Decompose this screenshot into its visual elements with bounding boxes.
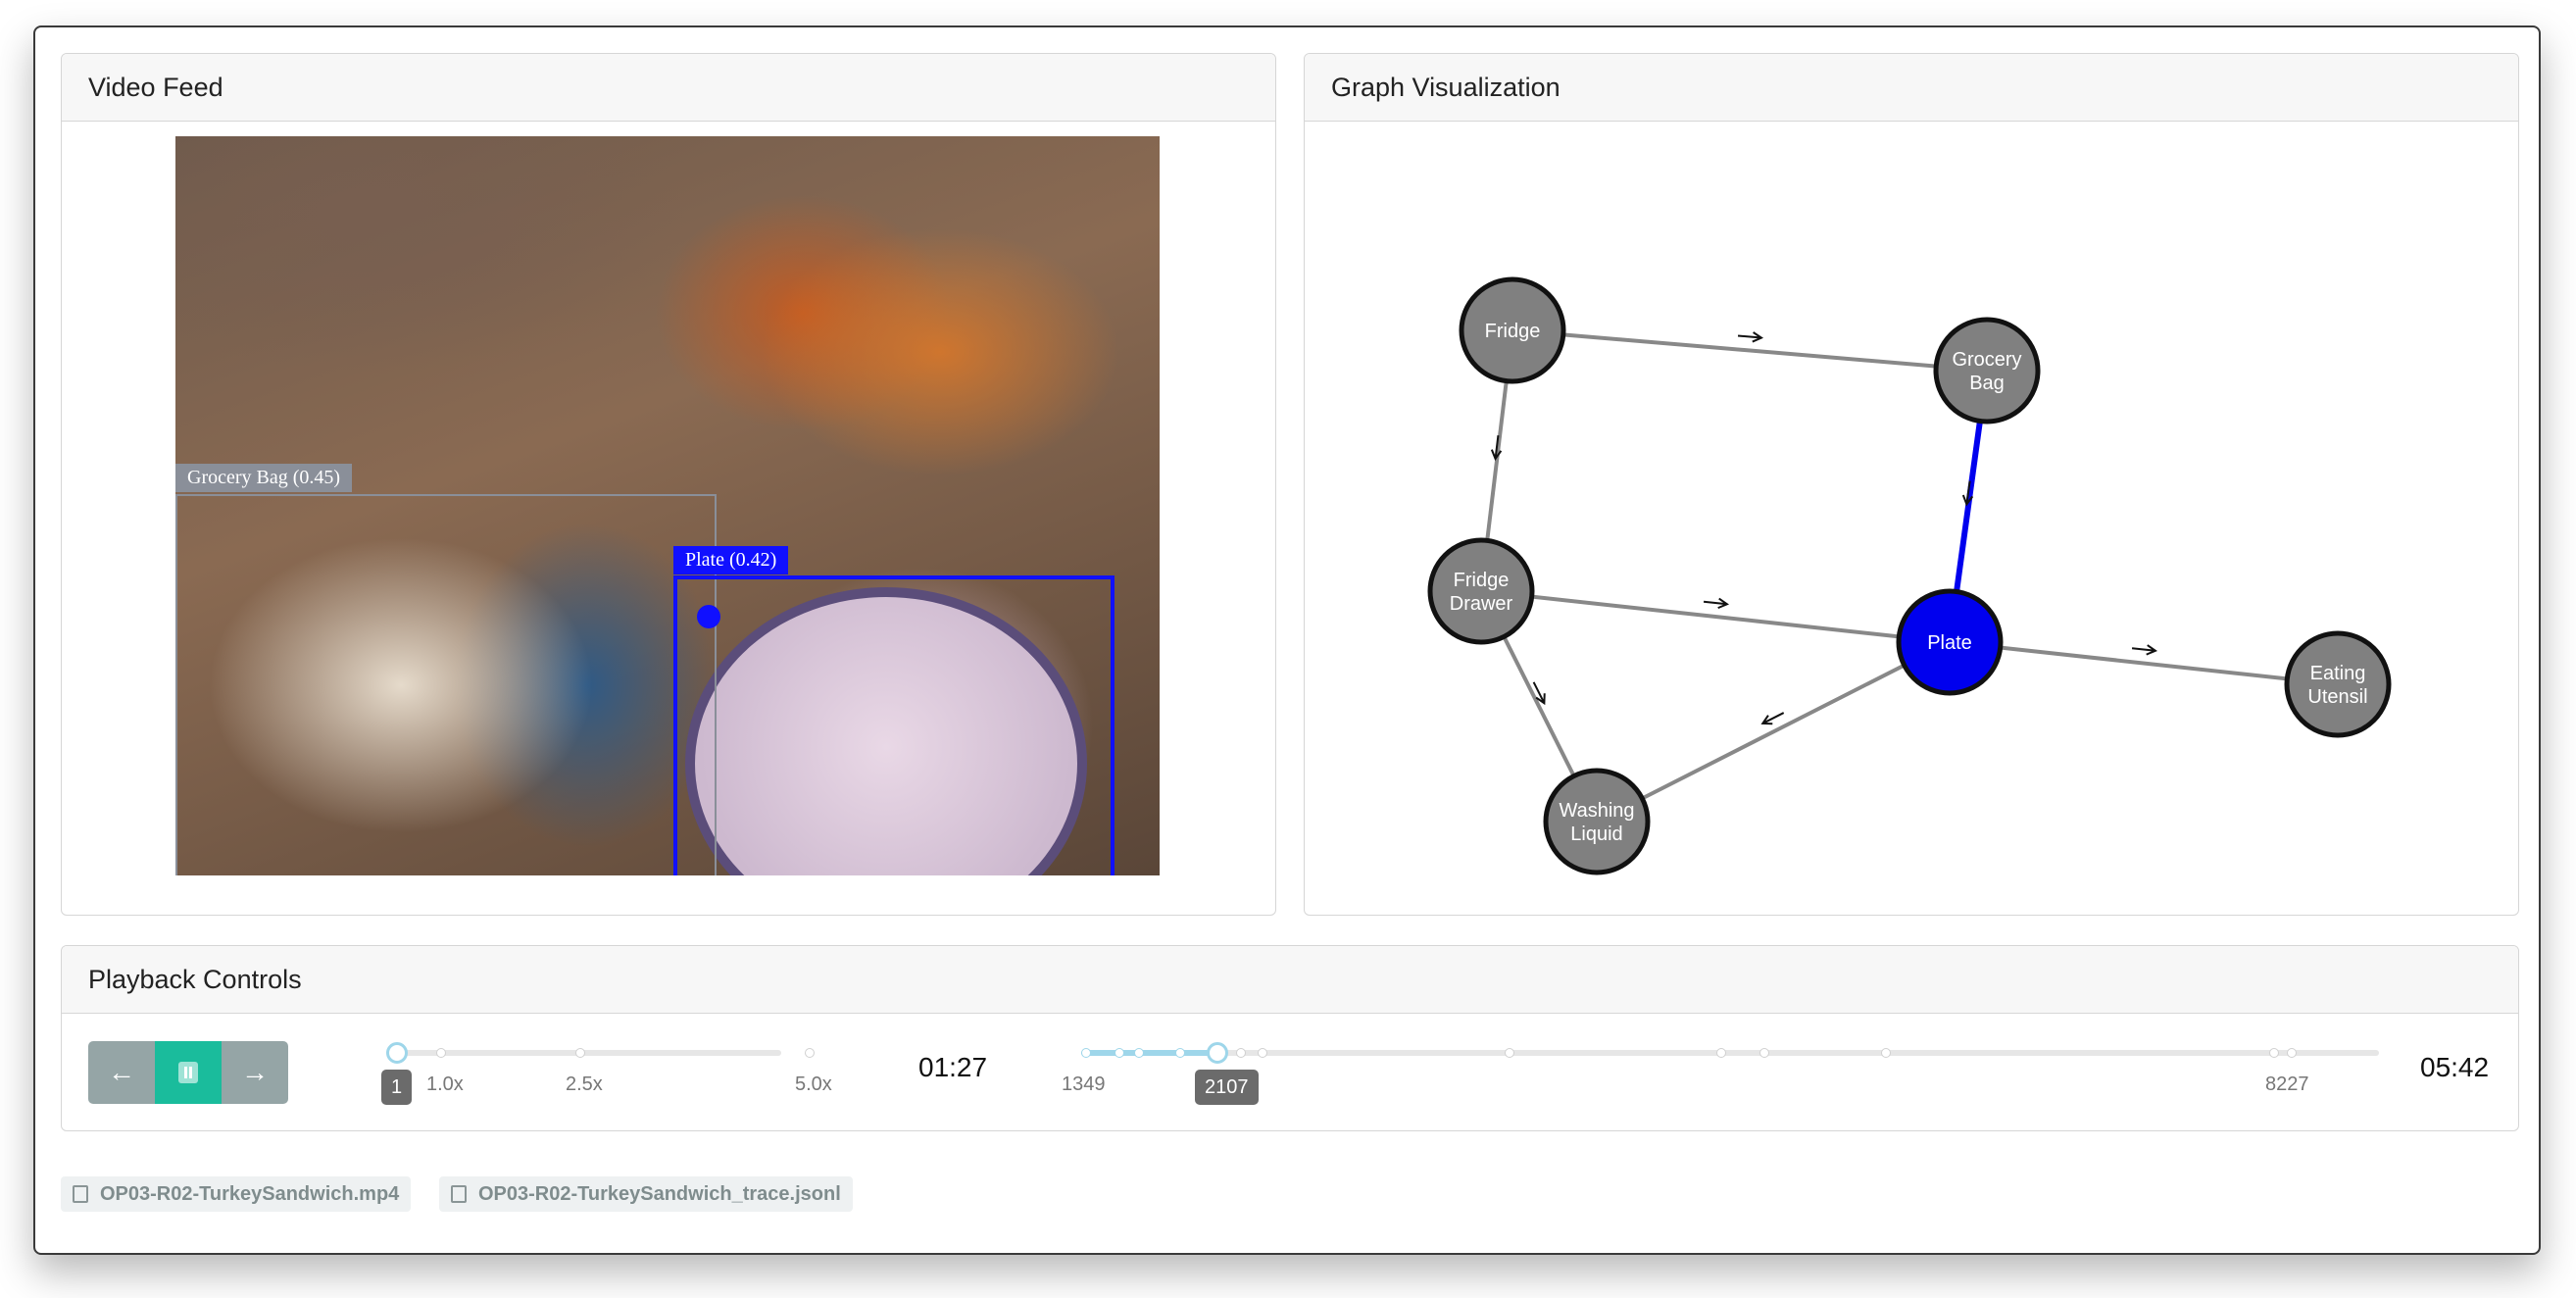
graph-node-fridge[interactable]: Fridge: [1459, 276, 1566, 384]
pause-icon: [178, 1062, 198, 1083]
graph-visualization-panel: Graph Visualization Fridge Grocery Bag Frid…: [1304, 53, 2519, 916]
frame-end-label: 8227: [2265, 1073, 2309, 1095]
graph-node-label: Plate: [1927, 632, 1972, 654]
event-marker: [1881, 1048, 1891, 1058]
graph-node-circle[interactable]: [1543, 768, 1651, 875]
arrow-left-icon: ←: [108, 1057, 135, 1087]
graph-node-label: Drawer: [1450, 593, 1513, 615]
previous-frame-button[interactable]: ←: [88, 1041, 155, 1104]
speed-tick-label: 1.0x: [426, 1073, 464, 1095]
graph-node-label: Bag: [1969, 373, 2005, 394]
detection-box-grocery-bag: [175, 494, 717, 875]
graph-edge-plate-eating-utensil: [1949, 640, 2339, 686]
graph-node-circle[interactable]: [1933, 317, 2041, 424]
graph-edge-fridge-drawer-plate: [1480, 589, 1951, 644]
graph-node-eating-utensil[interactable]: EatingUtensil: [2284, 630, 2392, 738]
event-marker: [2269, 1048, 2279, 1058]
detection-label-plate: Plate (0.42): [673, 546, 789, 574]
event-marker: [1759, 1048, 1769, 1058]
event-marker: [1505, 1048, 1514, 1058]
graph-node-circle[interactable]: [2284, 630, 2392, 738]
playback-controls-title: Playback Controls: [62, 946, 2518, 1014]
frame-slider-handle[interactable]: [1207, 1042, 1228, 1064]
graph-node-plate[interactable]: Plate: [1896, 588, 2004, 696]
event-marker: [2287, 1048, 2297, 1058]
detection-box-plate: [673, 575, 1115, 875]
pause-button[interactable]: [155, 1041, 222, 1104]
playback-controls-panel: Playback Controls ← → 1 1.0x 2.5x 5.0x 0…: [61, 945, 2519, 1131]
video-feed-title: Video Feed: [62, 54, 1275, 122]
edge-direction-arrow: [1760, 712, 1785, 725]
speed-tick: [436, 1048, 446, 1058]
event-marker: [1175, 1048, 1185, 1058]
event-marker: [1115, 1048, 1124, 1058]
event-marker: [1236, 1048, 1246, 1058]
app-window: Video Feed Grocery Bag (0.45) Plate (0.4…: [33, 25, 2541, 1255]
graph-visualization-title: Graph Visualization: [1305, 54, 2518, 122]
event-marker: [1134, 1048, 1144, 1058]
graph-node-label: Grocery: [1952, 349, 2021, 371]
graph-node-circle[interactable]: [1427, 537, 1535, 645]
graph-node-washing-liquid[interactable]: WashingLiquid: [1543, 768, 1651, 875]
detection-label-grocery-bag: Grocery Bag (0.45): [175, 464, 353, 492]
graph-node-fridge-drawer[interactable]: FridgeDrawer: [1427, 537, 1535, 645]
graph-node-label: Utensil: [2307, 686, 2367, 708]
video-file-chip[interactable]: OP03-R02-TurkeySandwich.mp4: [61, 1176, 412, 1212]
frame-current-badge: 2107: [1195, 1070, 1259, 1105]
graph-canvas[interactable]: FridgeGroceryBagFridgeDrawerPlateEatingU…: [1305, 121, 2518, 915]
graph-node-label: Fridge: [1454, 570, 1510, 591]
edge-direction-arrow: [1737, 331, 1764, 343]
graph-node-label: Fridge: [1485, 321, 1541, 342]
graph-edge-plate-washing-liquid: [1596, 640, 1951, 824]
speed-value-badge: 1: [381, 1070, 413, 1105]
event-marker: [1258, 1048, 1267, 1058]
graph-node-label: Eating: [2310, 663, 2366, 684]
video-file-name: OP03-R02-TurkeySandwich.mp4: [100, 1182, 400, 1205]
speed-slider-handle[interactable]: [386, 1042, 408, 1064]
speed-tick: [805, 1048, 815, 1058]
frame-slider-progress: [1081, 1050, 1216, 1056]
speed-tick-label: 2.5x: [566, 1073, 603, 1095]
trace-file-name: OP03-R02-TurkeySandwich_trace.jsonl: [478, 1182, 841, 1205]
total-time: 05:42: [2420, 1052, 2490, 1082]
film-icon: [73, 1185, 88, 1203]
graph-node-grocery-bag[interactable]: GroceryBag: [1933, 317, 2041, 424]
arrow-right-icon: →: [241, 1057, 269, 1087]
speed-tick-label: 5.0x: [795, 1073, 832, 1095]
event-marker: [1716, 1048, 1726, 1058]
file-code-icon: [451, 1185, 467, 1203]
graph-node-label: Washing: [1559, 800, 1634, 822]
gaze-point-marker: [697, 605, 720, 628]
next-frame-button[interactable]: →: [222, 1041, 288, 1104]
edge-direction-arrow: [2131, 644, 2158, 656]
speed-tick: [575, 1048, 585, 1058]
frame-start-label: 1349: [1062, 1073, 1106, 1095]
trace-file-chip[interactable]: OP03-R02-TurkeySandwich_trace.jsonl: [439, 1176, 853, 1212]
playback-button-group: ← →: [88, 1041, 288, 1104]
current-time: 01:27: [918, 1052, 988, 1082]
graph-node-label: Liquid: [1570, 824, 1622, 845]
video-feed-panel: Video Feed Grocery Bag (0.45) Plate (0.4…: [61, 53, 1276, 916]
video-frame[interactable]: Grocery Bag (0.45) Plate (0.42): [175, 136, 1160, 875]
edge-direction-arrow: [1703, 597, 1730, 610]
speed-slider-track[interactable]: [399, 1050, 781, 1056]
event-marker: [1081, 1048, 1091, 1058]
frame-slider-track[interactable]: [1081, 1050, 2379, 1056]
